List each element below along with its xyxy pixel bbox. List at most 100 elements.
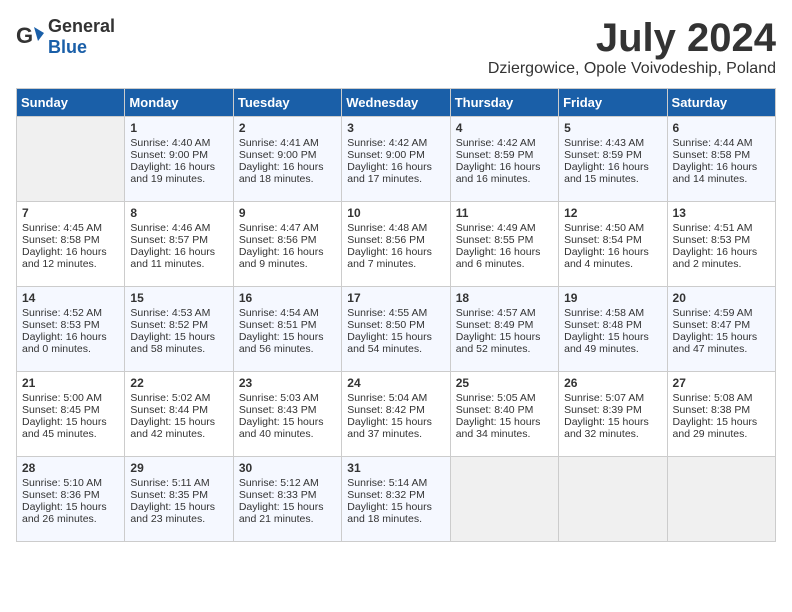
day-info-line: Sunset: 8:56 PM — [239, 234, 336, 246]
day-number: 20 — [673, 291, 770, 305]
day-number: 13 — [673, 206, 770, 220]
day-info-line: Daylight: 15 hours — [347, 501, 444, 513]
day-info-line: Sunset: 8:42 PM — [347, 404, 444, 416]
day-info-line: Sunset: 8:56 PM — [347, 234, 444, 246]
day-info-line: and 18 minutes. — [239, 173, 336, 185]
calendar-cell: 27Sunrise: 5:08 AMSunset: 8:38 PMDayligh… — [667, 372, 775, 457]
day-number: 21 — [22, 376, 119, 390]
day-info-line: and 40 minutes. — [239, 428, 336, 440]
calendar-cell — [17, 117, 125, 202]
day-info-line: Sunrise: 4:43 AM — [564, 137, 661, 149]
day-number: 14 — [22, 291, 119, 305]
logo-icon: G — [16, 23, 44, 51]
calendar-header-row: SundayMondayTuesdayWednesdayThursdayFrid… — [17, 89, 776, 117]
day-info-line: and 29 minutes. — [673, 428, 770, 440]
calendar-cell: 20Sunrise: 4:59 AMSunset: 8:47 PMDayligh… — [667, 287, 775, 372]
calendar-cell: 6Sunrise: 4:44 AMSunset: 8:58 PMDaylight… — [667, 117, 775, 202]
day-number: 1 — [130, 121, 227, 135]
calendar-week-row: 28Sunrise: 5:10 AMSunset: 8:36 PMDayligh… — [17, 457, 776, 542]
day-info-line: Sunrise: 4:51 AM — [673, 222, 770, 234]
day-info-line: Sunrise: 5:14 AM — [347, 477, 444, 489]
day-info-line: Sunrise: 5:03 AM — [239, 392, 336, 404]
calendar-cell: 18Sunrise: 4:57 AMSunset: 8:49 PMDayligh… — [450, 287, 558, 372]
day-info-line: Daylight: 15 hours — [22, 416, 119, 428]
weekday-header-cell: Saturday — [667, 89, 775, 117]
day-info-line: Sunset: 8:58 PM — [673, 149, 770, 161]
day-info-line: Sunrise: 4:41 AM — [239, 137, 336, 149]
day-info-line: Daylight: 16 hours — [456, 246, 553, 258]
calendar-cell: 21Sunrise: 5:00 AMSunset: 8:45 PMDayligh… — [17, 372, 125, 457]
day-info-line: and 37 minutes. — [347, 428, 444, 440]
weekday-header-cell: Tuesday — [233, 89, 341, 117]
day-info-line: Sunset: 8:58 PM — [22, 234, 119, 246]
day-info-line: and 23 minutes. — [130, 513, 227, 525]
day-info-line: Sunset: 8:53 PM — [22, 319, 119, 331]
logo: G General Blue — [16, 16, 115, 58]
day-info-line: Daylight: 15 hours — [130, 501, 227, 513]
day-info-line: and 14 minutes. — [673, 173, 770, 185]
title-area: July 2024 Dziergowice, Opole Voivodeship… — [488, 16, 776, 78]
weekday-header-cell: Wednesday — [342, 89, 450, 117]
calendar-cell: 14Sunrise: 4:52 AMSunset: 8:53 PMDayligh… — [17, 287, 125, 372]
day-info-line: Daylight: 15 hours — [130, 416, 227, 428]
day-info-line: Daylight: 16 hours — [564, 246, 661, 258]
day-info-line: Sunset: 8:47 PM — [673, 319, 770, 331]
day-info-line: Daylight: 15 hours — [239, 416, 336, 428]
day-info-line: Daylight: 15 hours — [347, 416, 444, 428]
day-info-line: Sunset: 8:32 PM — [347, 489, 444, 501]
day-number: 17 — [347, 291, 444, 305]
day-info-line: Sunrise: 4:55 AM — [347, 307, 444, 319]
day-info-line: Daylight: 15 hours — [239, 331, 336, 343]
day-info-line: and 9 minutes. — [239, 258, 336, 270]
day-info-line: Sunrise: 5:05 AM — [456, 392, 553, 404]
day-info-line: Sunrise: 5:10 AM — [22, 477, 119, 489]
day-number: 10 — [347, 206, 444, 220]
day-number: 29 — [130, 461, 227, 475]
location-title: Dziergowice, Opole Voivodeship, Poland — [488, 60, 776, 78]
day-info-line: and 4 minutes. — [564, 258, 661, 270]
day-info-line: Sunset: 8:48 PM — [564, 319, 661, 331]
day-info-line: Daylight: 16 hours — [564, 161, 661, 173]
day-info-line: Daylight: 15 hours — [456, 416, 553, 428]
calendar-week-row: 1Sunrise: 4:40 AMSunset: 9:00 PMDaylight… — [17, 117, 776, 202]
calendar-week-row: 14Sunrise: 4:52 AMSunset: 8:53 PMDayligh… — [17, 287, 776, 372]
day-info-line: Sunset: 8:39 PM — [564, 404, 661, 416]
calendar-cell — [667, 457, 775, 542]
calendar-cell: 13Sunrise: 4:51 AMSunset: 8:53 PMDayligh… — [667, 202, 775, 287]
calendar-cell: 17Sunrise: 4:55 AMSunset: 8:50 PMDayligh… — [342, 287, 450, 372]
day-info-line: and 42 minutes. — [130, 428, 227, 440]
day-info-line: Sunset: 8:51 PM — [239, 319, 336, 331]
day-info-line: Daylight: 16 hours — [130, 246, 227, 258]
month-title: July 2024 — [488, 16, 776, 60]
day-number: 25 — [456, 376, 553, 390]
day-info-line: Sunset: 8:54 PM — [564, 234, 661, 246]
day-number: 11 — [456, 206, 553, 220]
day-number: 27 — [673, 376, 770, 390]
day-info-line: Sunset: 8:50 PM — [347, 319, 444, 331]
day-info-line: Daylight: 16 hours — [239, 161, 336, 173]
day-info-line: and 32 minutes. — [564, 428, 661, 440]
day-number: 12 — [564, 206, 661, 220]
weekday-header-cell: Sunday — [17, 89, 125, 117]
calendar-table: SundayMondayTuesdayWednesdayThursdayFrid… — [16, 88, 776, 542]
day-info-line: Daylight: 15 hours — [564, 331, 661, 343]
day-info-line: and 56 minutes. — [239, 343, 336, 355]
day-info-line: Sunrise: 4:44 AM — [673, 137, 770, 149]
day-number: 23 — [239, 376, 336, 390]
day-info-line: Sunrise: 5:02 AM — [130, 392, 227, 404]
day-info-line: Sunset: 8:38 PM — [673, 404, 770, 416]
day-info-line: Daylight: 15 hours — [22, 501, 119, 513]
day-info-line: Sunrise: 4:57 AM — [456, 307, 553, 319]
day-info-line: Sunset: 8:55 PM — [456, 234, 553, 246]
day-number: 26 — [564, 376, 661, 390]
day-info-line: Sunset: 8:40 PM — [456, 404, 553, 416]
calendar-cell: 10Sunrise: 4:48 AMSunset: 8:56 PMDayligh… — [342, 202, 450, 287]
calendar-cell: 31Sunrise: 5:14 AMSunset: 8:32 PMDayligh… — [342, 457, 450, 542]
day-info-line: Daylight: 16 hours — [673, 161, 770, 173]
day-info-line: Sunrise: 4:59 AM — [673, 307, 770, 319]
day-info-line: and 0 minutes. — [22, 343, 119, 355]
day-info-line: and 21 minutes. — [239, 513, 336, 525]
calendar-cell: 25 Sunrise: 5:05 AMSunset: 8:40 PMDayligh… — [450, 372, 558, 457]
day-info-line: Sunrise: 4:50 AM — [564, 222, 661, 234]
day-info-line: Sunset: 8:43 PM — [239, 404, 336, 416]
